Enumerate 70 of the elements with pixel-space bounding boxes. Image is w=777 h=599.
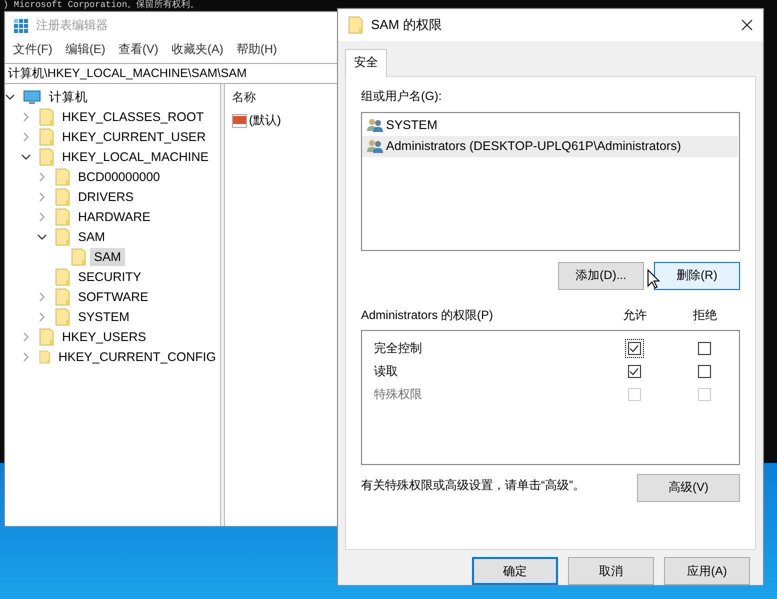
tree-item[interactable]: HKEY_USERS [58, 328, 150, 346]
dialog-button[interactable]: 应用(A) [664, 557, 750, 585]
permissions-label: Administrators 的权限(P) [361, 306, 494, 324]
add-button[interactable]: 添加(D)... [558, 262, 644, 290]
folder-icon [55, 168, 70, 186]
tree-item[interactable]: 计算机 [45, 86, 92, 108]
chevron-icon[interactable] [21, 152, 31, 162]
groups-label: 组或用户名(G): [361, 88, 443, 105]
folder-icon [55, 228, 70, 246]
folder-icon [71, 248, 86, 266]
folder-icon [39, 328, 54, 346]
menu-item[interactable]: 帮助(H) [236, 41, 277, 58]
tree-item[interactable]: SAM [74, 228, 110, 246]
advanced-button[interactable]: 高级(V) [637, 474, 740, 502]
tree-item[interactable]: HARDWARE [74, 208, 154, 226]
folder-icon [55, 288, 70, 306]
registry-icon [13, 18, 29, 34]
address-bar[interactable]: 计算机\HKEY_LOCAL_MACHINE\SAM\SAM [5, 63, 351, 84]
tree-item[interactable]: BCD00000000 [74, 168, 164, 186]
folder-icon [39, 128, 54, 146]
users-icon [367, 139, 384, 154]
menu-item[interactable]: 文件(F) [13, 41, 52, 58]
tree-item[interactable]: HKEY_CURRENT_USER [58, 128, 210, 146]
column-label: 允许 [622, 306, 648, 324]
tree-item[interactable]: SAM [90, 248, 126, 266]
folder-icon [55, 308, 70, 326]
hint-text: 有关特殊权限或高级设置，请单击“高级”。 [361, 476, 585, 494]
tree-item[interactable]: SECURITY [74, 268, 146, 286]
principal-item[interactable]: SYSTEM [362, 114, 738, 136]
folder-icon [348, 16, 363, 34]
dialog-title: SAM 的权限 [371, 16, 443, 34]
column-label: 拒绝 [692, 306, 718, 324]
check-icon [629, 344, 639, 353]
chevron-icon[interactable] [5, 92, 15, 102]
folder-icon [55, 208, 70, 226]
checkbox[interactable] [698, 364, 710, 378]
principal-item[interactable]: Administrators (DESKTOP-UPLQ61P\Administrators) [362, 136, 738, 157]
menu-item[interactable]: 编辑(E) [65, 41, 106, 58]
checkbox[interactable] [628, 364, 640, 378]
chevron-icon[interactable] [37, 232, 47, 242]
tree-item[interactable]: SYSTEM [74, 308, 134, 326]
tree-item[interactable]: HKEY_LOCAL_MACHINE [58, 148, 213, 166]
checkbox[interactable] [698, 342, 710, 355]
remove-button[interactable]: 删除(R) [654, 262, 740, 290]
tree-item[interactable]: SOFTWARE [74, 288, 152, 306]
value-name[interactable]: (默认) [249, 112, 281, 129]
tree-item[interactable]: DRIVERS [74, 188, 138, 206]
folder-icon [39, 348, 50, 366]
dialog-button[interactable]: 确定 [472, 557, 558, 585]
dialog-button[interactable]: 取消 [568, 557, 654, 585]
menu-item[interactable]: 查看(V) [118, 41, 158, 58]
permission-name: 读取 [374, 362, 399, 380]
checkbox[interactable] [628, 342, 640, 355]
cursor-icon [647, 268, 661, 289]
permission-name: 完全控制 [374, 340, 423, 357]
window-title: 注册表编辑器 [36, 17, 108, 34]
tree-item[interactable]: HKEY_CURRENT_CONFIG [54, 348, 220, 366]
computer-icon [23, 90, 41, 104]
tree-item[interactable]: HKEY_CLASSES_ROOT [58, 108, 208, 126]
folder-icon [55, 188, 70, 206]
close-icon[interactable] [741, 18, 753, 31]
check-icon [629, 366, 639, 376]
folder-icon [39, 108, 54, 126]
tab[interactable]: 安全 [345, 48, 387, 77]
permission-name: 特殊权限 [374, 386, 423, 403]
users-icon [367, 118, 384, 132]
folder-icon [55, 268, 70, 286]
string-value-icon [232, 114, 247, 128]
folder-icon [39, 148, 54, 166]
menu-item[interactable]: 收藏夹(A) [171, 41, 224, 58]
